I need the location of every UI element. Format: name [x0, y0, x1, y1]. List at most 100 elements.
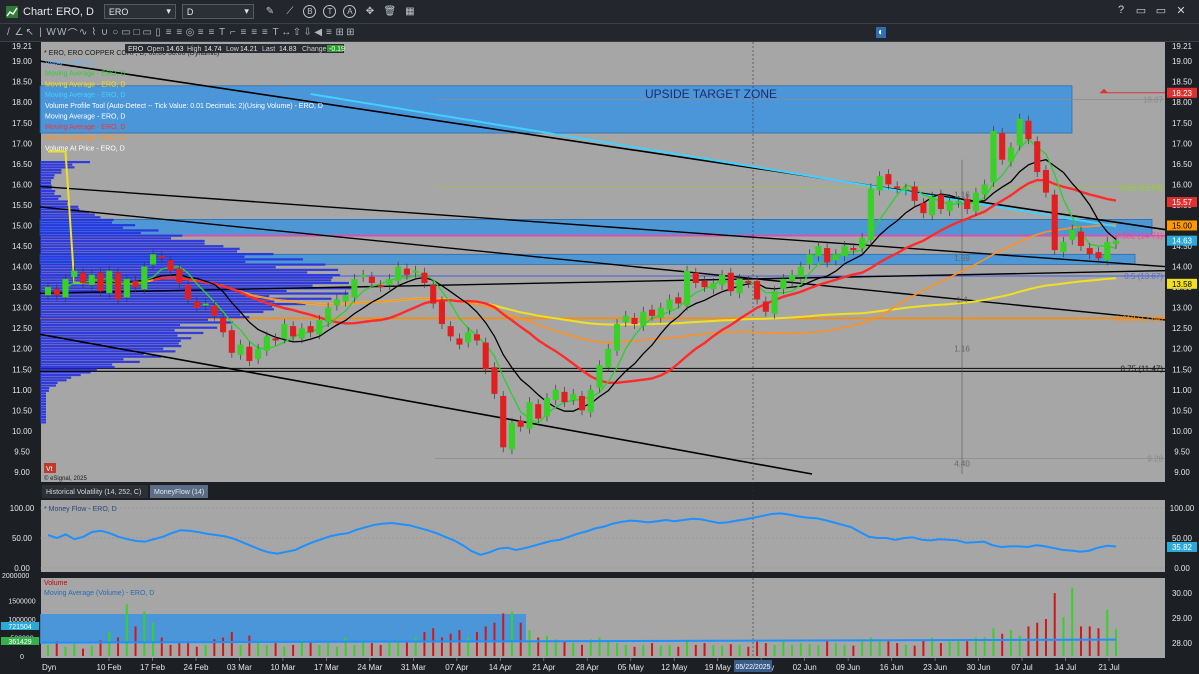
- drawing-tool-25[interactable]: T: [270, 27, 281, 38]
- drawing-tool-26[interactable]: ↔: [281, 27, 292, 38]
- drawing-tool-4[interactable]: W: [46, 27, 57, 38]
- chart-canvas[interactable]: 18.07 0.25 (15.82) 0.382 (14.71) 0.5 (13.67…: [0, 42, 1199, 674]
- legend-entry[interactable]: Moving Average - ERO, D: [45, 81, 125, 88]
- drawing-tool-13[interactable]: ▭: [142, 27, 153, 38]
- y-tick-left: 10.00: [12, 427, 33, 436]
- drawing-tool-21[interactable]: ⌐: [227, 27, 238, 38]
- candle: [850, 248, 857, 251]
- vap-bar: [40, 339, 181, 342]
- drawing-tool-7[interactable]: ∿: [78, 27, 89, 38]
- drawing-tool-16[interactable]: ≡: [174, 27, 185, 38]
- y-tick-left: 16.50: [12, 160, 33, 169]
- drawing-tool-14[interactable]: ▯: [153, 27, 164, 38]
- drawing-tool-30[interactable]: ≡: [324, 27, 335, 38]
- x-tick-label: 24 Feb: [184, 663, 209, 672]
- drawing-tool-28[interactable]: ⇩: [302, 27, 313, 38]
- candle: [255, 348, 262, 359]
- drawing-tool-22[interactable]: ≡: [238, 27, 249, 38]
- vap-bar: [40, 373, 81, 377]
- close-button[interactable]: ✕: [1171, 4, 1191, 17]
- price-tag-value: 15.57: [1172, 198, 1193, 207]
- legend-entry[interactable]: Volume Profile Tool (Auto-Detect -- Tick…: [45, 103, 323, 110]
- candle: [815, 246, 822, 257]
- volume-bar: [1009, 630, 1012, 656]
- drawing-tool-18[interactable]: ≡: [195, 27, 206, 38]
- vap-bar: [40, 247, 240, 250]
- crosshair-icon[interactable]: ✥: [362, 4, 378, 20]
- mf-tick-left: 100.00: [10, 504, 35, 513]
- volume-bar: [861, 641, 864, 656]
- candle: [1025, 120, 1032, 140]
- pencil-icon[interactable]: ✎: [262, 4, 278, 20]
- volume-bar: [1018, 635, 1021, 656]
- x-tick-label: 10 Mar: [270, 663, 295, 672]
- drawing-tool-9[interactable]: ∪: [99, 27, 110, 38]
- candle: [211, 305, 218, 316]
- candle: [605, 348, 612, 368]
- symbol-combo[interactable]: ERO ▾: [103, 4, 176, 19]
- drawing-tool-10[interactable]: ○: [110, 27, 121, 38]
- candle: [701, 280, 708, 288]
- drawing-tool-12[interactable]: □: [131, 27, 142, 38]
- x-tick-label: 09 Jun: [836, 663, 860, 672]
- drawing-tool-6[interactable]: ⌒: [67, 25, 78, 40]
- legend-entry[interactable]: VWAP - ERO, D: [45, 60, 96, 67]
- drawing-tool-2[interactable]: ↖: [24, 27, 35, 38]
- volume-bar: [318, 644, 321, 656]
- drawing-tool-27[interactable]: ⇧: [292, 27, 303, 38]
- drawing-tool-5[interactable]: W: [56, 27, 67, 38]
- drawing-tool-1[interactable]: ∠: [14, 27, 25, 38]
- drawing-tool-0[interactable]: /: [3, 27, 14, 38]
- help-button[interactable]: ?: [1111, 4, 1131, 17]
- title-bar: Chart: ERO, D ERO ▾ D ▾ ✎ ⟋ B T A ✥ 🗑 ▦ …: [0, 0, 1199, 24]
- volume-bar: [1062, 617, 1065, 656]
- candle: [482, 342, 489, 370]
- volume-top-left-value: 2000000: [2, 573, 29, 580]
- legend-entry[interactable]: Moving Average - ERO, D: [45, 135, 125, 142]
- t-circle-icon[interactable]: T: [322, 4, 338, 20]
- legend-entry[interactable]: Moving Average - ERO, D: [45, 92, 125, 99]
- interval-combo[interactable]: D ▾: [181, 4, 254, 19]
- drawing-tool-active-icon[interactable]: ◐: [875, 27, 887, 38]
- candle: [648, 309, 656, 316]
- drawing-tool-32[interactable]: ⊞: [345, 27, 356, 38]
- y-tick-left: 10.50: [12, 406, 33, 415]
- volume-bar: [939, 643, 942, 656]
- drawing-tool-15[interactable]: ≡: [163, 27, 174, 38]
- trash-icon[interactable]: 🗑: [382, 4, 398, 20]
- drawing-tool-17[interactable]: ◎: [185, 27, 196, 38]
- chevron-down-icon: ▾: [244, 6, 249, 16]
- drawing-tool-24[interactable]: ≡: [260, 27, 271, 38]
- chart-window: { "window": { "title": "Chart: ERO, D", …: [0, 0, 1199, 674]
- legend-entry[interactable]: Moving Average - ERO, D: [45, 71, 125, 78]
- candle: [228, 330, 235, 353]
- vap-bar: [40, 218, 114, 222]
- grid-icon[interactable]: ▦: [402, 4, 418, 20]
- line-icon[interactable]: ⟋: [282, 4, 298, 20]
- drawing-tool-11[interactable]: ▭: [121, 27, 132, 38]
- legend-entry[interactable]: Moving Average - ERO, D: [45, 114, 125, 121]
- b-circle-icon[interactable]: B: [302, 4, 318, 20]
- drawing-tool-20[interactable]: T: [217, 27, 228, 38]
- legend-entry[interactable]: Volume At Price - ERO, D: [45, 146, 125, 153]
- y-tick-right: 10.50: [1172, 406, 1193, 415]
- candle: [272, 338, 279, 341]
- volume-bar: [782, 640, 785, 656]
- a-circle-icon[interactable]: A: [342, 4, 358, 20]
- vap-bar: [40, 402, 46, 406]
- price-tag-value: 14.63: [1172, 237, 1193, 246]
- drawing-tool-3[interactable]: |: [35, 27, 46, 38]
- legend-entry[interactable]: Moving Average - ERO, D: [45, 124, 125, 131]
- minimize-button[interactable]: ▭: [1131, 4, 1151, 17]
- candle: [666, 299, 673, 310]
- drawing-tool-19[interactable]: ≡: [206, 27, 217, 38]
- vap-bar: [40, 266, 276, 269]
- volume-bar: [519, 622, 522, 656]
- drawing-tool-31[interactable]: ⊞: [334, 27, 345, 38]
- drawing-tool-8[interactable]: ⌇: [89, 27, 100, 38]
- restore-button[interactable]: ▭: [1151, 4, 1171, 17]
- candle: [176, 268, 183, 283]
- volume-bar: [764, 643, 767, 656]
- drawing-tool-23[interactable]: ≡: [249, 27, 260, 38]
- drawing-tool-29[interactable]: ◀: [313, 27, 324, 38]
